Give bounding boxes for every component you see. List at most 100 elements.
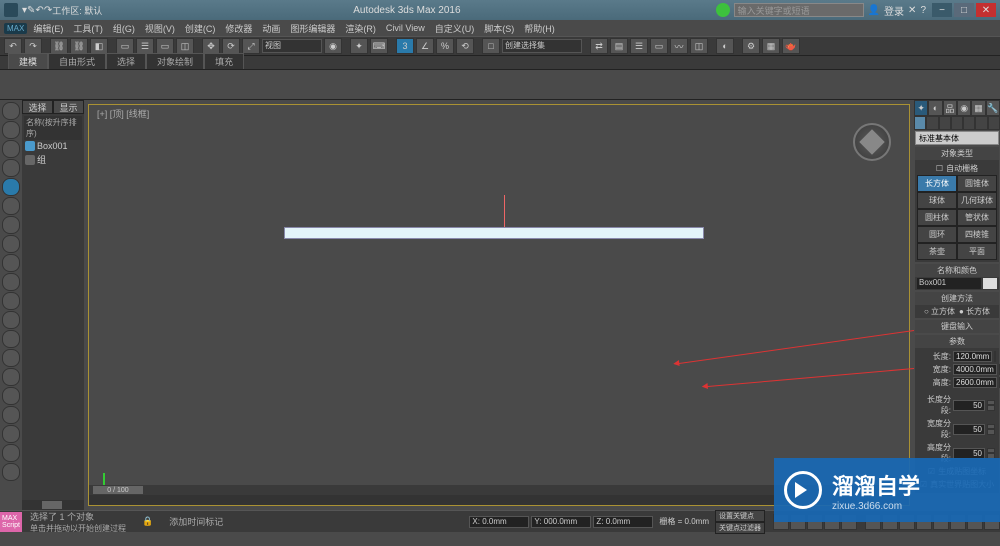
explorer-scrollbar[interactable] [22, 500, 84, 510]
toolbar-icon[interactable]: ✎ [27, 5, 35, 16]
tab-objectpaint[interactable]: 对象绘制 [146, 53, 204, 69]
explorer-header[interactable]: 名称(按升序排序) [24, 116, 82, 140]
tool-icon[interactable] [2, 178, 20, 196]
login-label[interactable]: 登录 [884, 3, 904, 18]
toolbar-icon[interactable]: ↷ [44, 5, 52, 16]
motion-tab-icon[interactable]: ◉ [957, 100, 971, 116]
menu-item[interactable]: 脚本(S) [480, 21, 518, 36]
hseg-spinner[interactable]: 50 [953, 448, 985, 459]
rollout-header[interactable]: 创建方法 [915, 292, 999, 305]
select-name-button[interactable]: ☰ [136, 38, 154, 54]
tool-icon[interactable] [2, 368, 20, 386]
setkey-button[interactable]: 设置关键点 [715, 510, 765, 522]
tool-icon[interactable] [2, 121, 20, 139]
menu-item[interactable]: 渲染(R) [341, 21, 380, 36]
tool-icon[interactable] [2, 273, 20, 291]
angle-snap-button[interactable]: ∠ [416, 38, 434, 54]
toggle-ribbon-button[interactable]: ▭ [650, 38, 668, 54]
create-tab-icon[interactable]: ✦ [914, 100, 928, 116]
color-swatch[interactable] [983, 278, 997, 289]
tool-icon[interactable] [2, 254, 20, 272]
maximize-button[interactable]: □ [954, 3, 974, 17]
pivot-button[interactable]: ◉ [324, 38, 342, 54]
tool-icon[interactable] [2, 159, 20, 177]
viewport[interactable]: [+] [顶] [线框] 0 / 100 [88, 104, 910, 506]
tube-button[interactable]: 管状体 [957, 209, 997, 226]
menu-item[interactable]: 修改器 [221, 21, 256, 36]
menu-item[interactable]: Civil View [382, 22, 429, 34]
select-region-button[interactable]: ▭ [156, 38, 174, 54]
menu-item[interactable]: 自定义(U) [431, 21, 479, 36]
tool-icon[interactable] [2, 197, 20, 215]
bind-button[interactable]: ◧ [90, 38, 108, 54]
spinner-arrows[interactable] [987, 448, 995, 459]
material-editor-button[interactable]: ◐ [716, 38, 734, 54]
redo-button[interactable]: ↷ [24, 38, 42, 54]
tab-freeform[interactable]: 自由形式 [48, 53, 106, 69]
tool-icon[interactable] [2, 349, 20, 367]
move-button[interactable]: ✥ [202, 38, 220, 54]
length-spinner[interactable]: 120.0mm [953, 351, 992, 362]
tool-icon[interactable] [2, 311, 20, 329]
modify-tab-icon[interactable]: ◐ [928, 100, 942, 116]
layer-button[interactable]: ☰ [630, 38, 648, 54]
tool-icon[interactable] [2, 463, 20, 481]
helpers-subtab-icon[interactable] [963, 116, 975, 130]
torus-button[interactable]: 圆环 [917, 226, 957, 243]
notification-icon[interactable] [716, 3, 730, 17]
shapes-subtab-icon[interactable] [926, 116, 938, 130]
box-object[interactable] [284, 227, 704, 239]
explorer-tab-display[interactable]: 显示 [53, 100, 84, 114]
unlink-button[interactable]: ⛓ [70, 38, 88, 54]
checkbox-icon[interactable]: ☐ [936, 164, 943, 173]
tool-icon[interactable] [2, 444, 20, 462]
named-sel-button[interactable]: □ [482, 38, 500, 54]
named-sel-dropdown[interactable]: 创建选择集 [502, 39, 582, 53]
tool-icon[interactable] [2, 387, 20, 405]
spinner-arrows[interactable] [987, 400, 995, 411]
cube-radio[interactable]: ○ 立方体 [924, 306, 955, 317]
geometry-subtab-icon[interactable] [914, 116, 926, 130]
explorer-tab-select[interactable]: 选择 [22, 100, 53, 114]
x-coord-input[interactable]: X: 0.0mm [469, 516, 529, 528]
menu-item[interactable]: 帮助(H) [520, 21, 559, 36]
lseg-spinner[interactable]: 50 [953, 400, 985, 411]
percent-snap-button[interactable]: % [436, 38, 454, 54]
height-spinner[interactable]: 2600.0mm [953, 377, 997, 388]
maxscript-button[interactable]: MAXScript [0, 512, 22, 532]
tab-populate[interactable]: 填充 [204, 53, 244, 69]
tool-icon[interactable] [2, 140, 20, 158]
cylinder-button[interactable]: 圆柱体 [917, 209, 957, 226]
help-search-input[interactable]: 输入关键字或短语 [734, 3, 864, 17]
tool-icon[interactable] [2, 406, 20, 424]
sphere-button[interactable]: 球体 [917, 192, 957, 209]
geometry-category-dropdown[interactable]: 标准基本体 [915, 131, 999, 145]
rotate-button[interactable]: ⟳ [222, 38, 240, 54]
tool-icon[interactable] [2, 235, 20, 253]
y-coord-input[interactable]: Y: 000.0mm [531, 516, 591, 528]
menu-item[interactable]: 视图(V) [141, 21, 179, 36]
menu-item[interactable]: 工具(T) [69, 21, 107, 36]
toolbar-icon[interactable]: ↶ [35, 5, 43, 16]
tool-icon[interactable] [2, 330, 20, 348]
infocenter-icon[interactable]: 👤 [868, 5, 880, 16]
exchange-icon[interactable]: ✕ [908, 5, 916, 16]
addtime-label[interactable]: 添加时间标记 [161, 515, 231, 528]
undo-button[interactable]: ↶ [4, 38, 22, 54]
align-button[interactable]: ▤ [610, 38, 628, 54]
max-logo-icon[interactable]: MAX [4, 23, 27, 34]
select-button[interactable]: ▭ [116, 38, 134, 54]
lock-icon[interactable]: 🔒 [134, 516, 161, 527]
window-crossing-button[interactable]: ◫ [176, 38, 194, 54]
menu-item[interactable]: 组(G) [109, 21, 139, 36]
teapot-button[interactable]: 茶壶 [917, 243, 957, 260]
minimize-button[interactable]: − [932, 3, 952, 17]
scale-button[interactable]: ⤢ [242, 38, 260, 54]
workspace-label[interactable]: 工作区: 默认 [52, 4, 102, 17]
rollout-header[interactable]: 对象类型 [915, 147, 999, 160]
tool-icon[interactable] [2, 216, 20, 234]
plane-button[interactable]: 平面 [957, 243, 997, 260]
viewcube[interactable] [853, 123, 891, 161]
cone-button[interactable]: 圆锥体 [957, 175, 997, 192]
width-spinner[interactable]: 4000.0mm [953, 364, 997, 375]
